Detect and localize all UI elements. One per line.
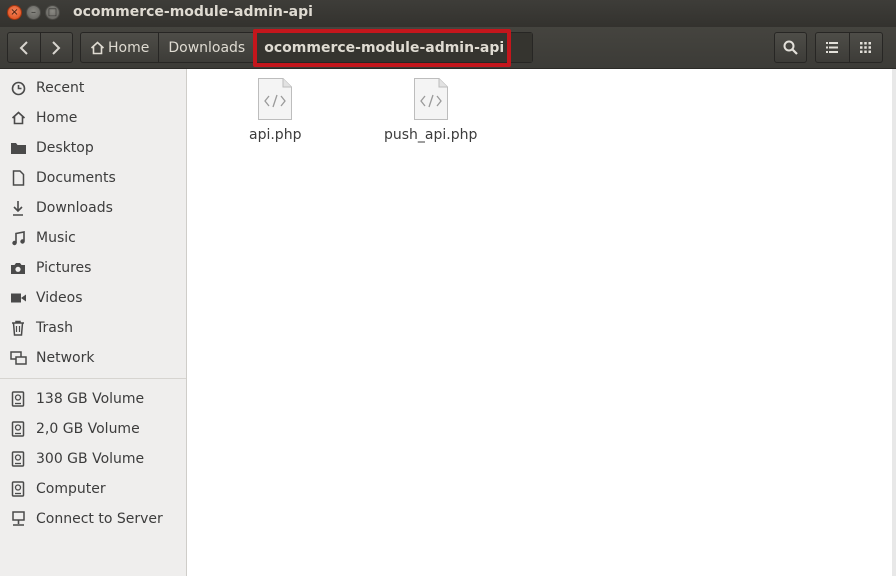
breadcrumb-current-label: ocommerce-module-admin-api (264, 39, 505, 56)
folder-icon (9, 139, 27, 157)
sidebar-item-videos[interactable]: Videos (0, 283, 186, 313)
sidebar-item-label: Pictures (36, 260, 92, 276)
sidebar-item-connect-to-server[interactable]: Connect to Server (0, 504, 186, 534)
minimize-icon: – (31, 6, 36, 18)
search-icon (783, 40, 798, 55)
sidebar-item-label: 300 GB Volume (36, 451, 145, 467)
search-button[interactable] (774, 32, 807, 63)
view-toggle (815, 32, 883, 63)
sidebar-item-label: Connect to Server (36, 511, 163, 527)
sidebar-item-138gb-volume[interactable]: 138 GB Volume (0, 384, 186, 414)
sidebar-item-label: Computer (36, 481, 106, 497)
sidebar-item-label: Videos (36, 290, 83, 306)
close-icon: × (10, 6, 19, 18)
drive-icon (9, 480, 27, 498)
php-file-icon (413, 78, 448, 120)
sidebar-item-label: Downloads (36, 200, 113, 216)
chevron-left-icon (19, 40, 28, 55)
sidebar-item-downloads[interactable]: Downloads (0, 193, 186, 223)
sidebar-item-recent[interactable]: Recent (0, 73, 186, 103)
sidebar-item-documents[interactable]: Documents (0, 163, 186, 193)
sidebar-item-desktop[interactable]: Desktop (0, 133, 186, 163)
sidebar-item-network[interactable]: Network (0, 343, 186, 373)
breadcrumb-home-label: Home (108, 39, 150, 56)
drive-icon (9, 390, 27, 408)
camera-icon (9, 259, 27, 277)
sidebar-item-label: Trash (36, 320, 73, 336)
grid-view-button[interactable] (848, 33, 882, 62)
network-icon (9, 349, 27, 367)
maximize-window-button[interactable]: □ (45, 5, 60, 20)
sidebar-item-music[interactable]: Music (0, 223, 186, 253)
back-button[interactable] (8, 33, 40, 62)
sidebar-item-label: Music (36, 230, 76, 246)
breadcrumb-home[interactable]: Home (81, 33, 158, 62)
clock-icon (9, 79, 27, 97)
php-file-icon (258, 78, 293, 120)
forward-button[interactable] (39, 33, 72, 62)
chevron-right-icon (52, 40, 61, 55)
sidebar-item-300gb-volume[interactable]: 300 GB Volume (0, 444, 186, 474)
document-icon (9, 169, 27, 187)
breadcrumb: Home Downloads ocommerce-module-admin-ap… (80, 32, 534, 63)
title-bar: × – □ ocommerce-module-admin-api (0, 0, 896, 27)
file-item[interactable]: api.php (249, 77, 301, 143)
list-view-icon (826, 42, 839, 53)
file-name: push_api.php (384, 127, 478, 143)
window-edge (892, 69, 896, 576)
sidebar-item-computer[interactable]: Computer (0, 474, 186, 504)
download-icon (9, 199, 27, 217)
music-icon (9, 229, 27, 247)
breadcrumb-downloads[interactable]: Downloads (158, 33, 254, 62)
sidebar-item-label: Desktop (36, 140, 94, 156)
sidebar-item-home[interactable]: Home (0, 103, 186, 133)
window-title: ocommerce-module-admin-api (73, 4, 313, 20)
history-nav (7, 32, 73, 63)
sidebar-item-label: Network (36, 350, 95, 366)
trash-icon (9, 319, 27, 337)
sidebar-item-label: Recent (36, 80, 85, 96)
sidebar: Recent Home Desktop Documents Downloads … (0, 69, 187, 576)
server-icon (9, 510, 27, 528)
breadcrumb-downloads-label: Downloads (168, 39, 246, 56)
sidebar-item-pictures[interactable]: Pictures (0, 253, 186, 283)
sidebar-item-label: Home (36, 110, 78, 126)
drive-icon (9, 420, 27, 438)
sidebar-item-label: 138 GB Volume (36, 391, 145, 407)
breadcrumb-current-folder[interactable]: ocommerce-module-admin-api (254, 33, 533, 62)
grid-view-icon (860, 42, 872, 53)
toolbar: Home Downloads ocommerce-module-admin-ap… (0, 27, 896, 69)
sidebar-item-2gb-volume[interactable]: 2,0 GB Volume (0, 414, 186, 444)
file-view: api.php push_api.php (187, 69, 892, 576)
maximize-icon: □ (47, 6, 58, 18)
sidebar-item-trash[interactable]: Trash (0, 313, 186, 343)
sidebar-item-label: Documents (36, 170, 116, 186)
file-name: api.php (249, 127, 302, 143)
minimize-window-button[interactable]: – (26, 5, 41, 20)
home-icon (9, 109, 27, 127)
list-view-button[interactable] (816, 33, 849, 62)
home-icon (90, 40, 105, 54)
sidebar-item-label: 2,0 GB Volume (36, 421, 140, 437)
video-icon (9, 289, 27, 307)
file-item[interactable]: push_api.php (384, 77, 477, 143)
close-window-button[interactable]: × (7, 5, 22, 20)
drive-icon (9, 450, 27, 468)
sidebar-divider (0, 378, 186, 379)
